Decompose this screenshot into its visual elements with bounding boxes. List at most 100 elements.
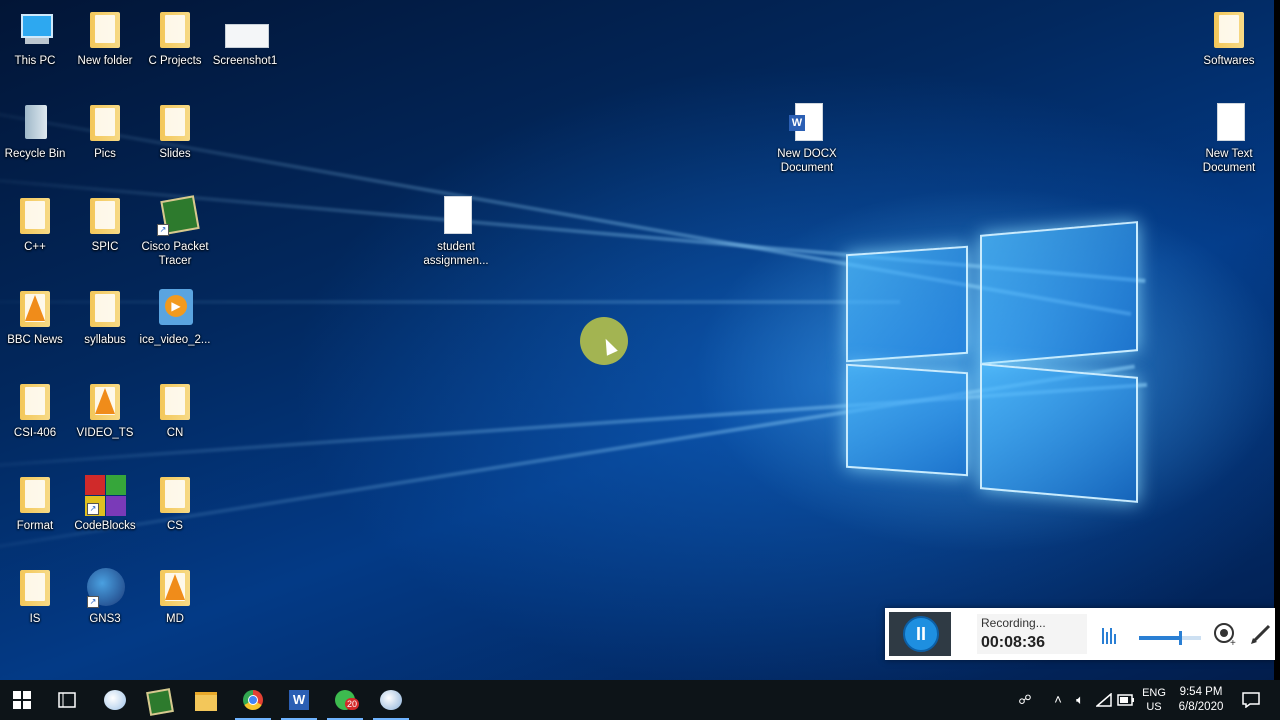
desktop-icon-codeblocks[interactable]: ↗ CodeBlocks: [69, 475, 141, 533]
desktop-icon-csi-406[interactable]: CSI-406: [0, 382, 71, 440]
show-hidden-icons-chevron-icon[interactable]: ˄: [1048, 680, 1068, 720]
desktop-icon-c-projects[interactable]: C Projects: [139, 10, 211, 68]
desktop-icon-cn[interactable]: CN: [139, 382, 211, 440]
desktop-icon-md[interactable]: MD: [139, 568, 211, 626]
desktop-icon-recycle-bin[interactable]: Recycle Bin: [0, 103, 71, 161]
icon-label: New DOCX Document: [777, 148, 837, 174]
desktop-icon-video-ts[interactable]: VIDEO_TS: [69, 382, 141, 440]
desktop-icon-slides[interactable]: Slides: [139, 103, 211, 161]
desktop-icon-syllabus[interactable]: syllabus: [69, 289, 141, 347]
desktop-icon-is[interactable]: IS: [0, 568, 71, 626]
task-view-button[interactable]: [45, 680, 89, 720]
action-center-icon[interactable]: [1238, 680, 1264, 720]
folder-icon: [85, 10, 125, 50]
icon-label: Format: [16, 520, 54, 532]
vlc-folder-icon: [15, 289, 55, 329]
desktop-icon-cisco-packet-tracer[interactable]: ↗ Cisco Packet Tracer: [139, 195, 211, 268]
taskbar-paint-3d[interactable]: [369, 680, 413, 720]
desktop-icon-gns3[interactable]: ↗ GNS3: [69, 568, 141, 626]
recording-status: Recording... 00:08:36: [977, 614, 1087, 654]
people-icon[interactable]: ☍: [1012, 680, 1038, 720]
recording-timer: 00:08:36: [981, 634, 1046, 651]
text-file-icon: [1209, 103, 1249, 143]
desktop-icon-spic[interactable]: SPIC: [69, 196, 141, 254]
video-file-icon: ▶: [155, 289, 195, 329]
battery-icon[interactable]: [1116, 680, 1136, 720]
cisco-packet-tracer-icon: ↗: [155, 195, 200, 236]
gns3-icon: ↗: [85, 568, 125, 608]
file-icon: [436, 196, 476, 236]
icon-label: Cisco Packet Tracer: [141, 241, 209, 267]
icon-label: CN: [166, 427, 184, 439]
desktop[interactable]: This PC Recycle Bin C++ BBC News CSI-406…: [0, 0, 1280, 680]
image-file-icon: [225, 10, 269, 50]
folder-icon: [85, 103, 125, 143]
icon-label: VIDEO_TS: [76, 427, 134, 439]
webcam-icon[interactable]: +: [1213, 622, 1237, 649]
vlc-folder-icon: [155, 568, 195, 608]
windows-start-icon: [13, 691, 31, 709]
input-language-indicator[interactable]: ENG US: [1138, 680, 1170, 720]
taskbar: W 20 ☍ ˄ 🔈︎ ENG US 9:54 PM 6/8/2020: [0, 680, 1280, 720]
pause-button[interactable]: II: [903, 616, 939, 652]
word-icon: W: [289, 690, 309, 710]
wifi-icon[interactable]: [1094, 680, 1114, 720]
desktop-icon-cpp[interactable]: C++: [0, 196, 71, 254]
folder-icon: [85, 196, 125, 236]
desktop-icon-student-assignment[interactable]: student assignmen...: [420, 196, 492, 268]
desktop-icon-cs[interactable]: CS: [139, 475, 211, 533]
icon-label: New folder: [77, 55, 133, 67]
desktop-icon-bbc-news[interactable]: BBC News: [0, 289, 71, 347]
file-explorer-icon: [195, 692, 217, 711]
folder-icon: [155, 10, 195, 50]
desktop-icon-ice-video[interactable]: ▶ ice_video_2...: [139, 289, 211, 347]
icon-label: IS: [29, 613, 41, 625]
taskbar-whatsapp[interactable]: 20: [323, 680, 367, 720]
paint-icon: [104, 690, 126, 710]
icon-label: GNS3: [89, 613, 121, 625]
icon-label: Softwares: [1203, 55, 1255, 67]
icon-label: syllabus: [84, 334, 126, 346]
desktop-icon-new-text-document[interactable]: New Text Document: [1193, 103, 1265, 175]
desktop-icon-this-pc[interactable]: This PC: [0, 10, 71, 68]
notification-badge: 20: [345, 698, 360, 710]
clock-time: 9:54 PM: [1179, 686, 1223, 698]
language-code: ENG: [1142, 687, 1166, 699]
taskbar-chrome[interactable]: [231, 680, 275, 720]
icon-label: C++: [24, 241, 46, 253]
vlc-folder-icon: [85, 382, 125, 422]
taskbar-packet-tracer[interactable]: [138, 680, 182, 720]
taskbar-word[interactable]: W: [277, 680, 321, 720]
task-view-icon: [58, 692, 76, 708]
icon-label: This PC: [14, 55, 56, 67]
icon-label: CS: [167, 520, 183, 532]
icon-label: student assignmen...: [423, 241, 489, 267]
desktop-icon-pics[interactable]: Pics: [69, 103, 141, 161]
taskbar-paint-app[interactable]: [93, 680, 137, 720]
icon-label: Pics: [94, 148, 116, 160]
desktop-icon-new-docx[interactable]: W New DOCX Document: [771, 103, 843, 175]
desktop-icon-format[interactable]: Format: [0, 475, 71, 533]
region-code: US: [1146, 701, 1162, 713]
volume-slider[interactable]: [1139, 631, 1201, 645]
computer-icon: [15, 10, 55, 50]
codeblocks-icon: ↗: [85, 475, 126, 516]
desktop-icon-softwares[interactable]: Softwares: [1193, 10, 1265, 68]
icon-label: CodeBlocks: [74, 520, 136, 532]
icon-label: BBC News: [7, 334, 63, 346]
word-document-icon: W: [787, 103, 827, 143]
speaker-icon[interactable]: 🔈︎: [1070, 680, 1090, 720]
windows-logo-pane: [846, 245, 968, 363]
audio-level-icon[interactable]: [1101, 624, 1117, 646]
pen-icon[interactable]: [1249, 622, 1273, 646]
folder-icon: [15, 475, 55, 515]
desktop-icon-new-folder[interactable]: New folder: [69, 10, 141, 68]
desktop-icon-screenshot1[interactable]: Screenshot1: [209, 10, 281, 68]
recording-label: Recording...: [981, 616, 1046, 630]
svg-text:+: +: [1230, 638, 1236, 646]
clock[interactable]: 9:54 PM 6/8/2020: [1172, 680, 1230, 720]
folder-icon: [15, 196, 55, 236]
folder-icon: [15, 382, 55, 422]
start-button[interactable]: [0, 680, 44, 720]
taskbar-file-explorer[interactable]: [184, 680, 228, 720]
